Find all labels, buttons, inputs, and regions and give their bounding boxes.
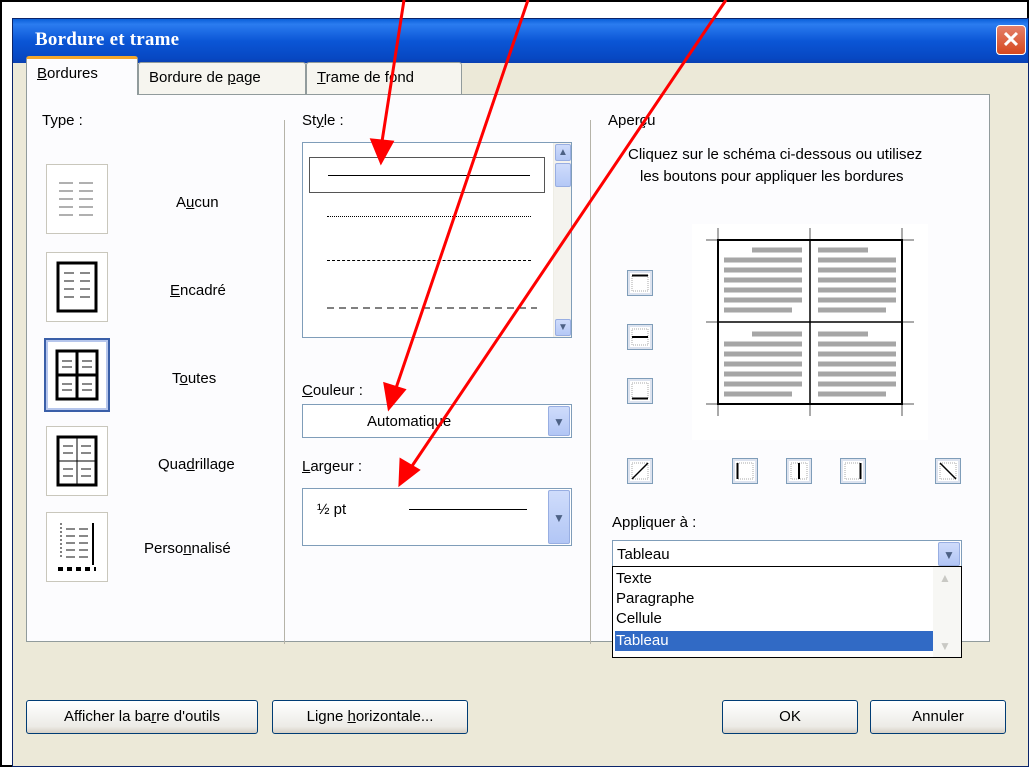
arrow-to-color-head	[383, 381, 407, 412]
annotation-arrows	[369, 0, 728, 488]
tab-borders[interactable]: Bordures	[26, 56, 138, 95]
arrow-to-style-head	[369, 138, 395, 166]
arrow-to-style	[379, 0, 406, 149]
arrow-to-color	[392, 0, 530, 395]
arrow-to-width	[406, 0, 728, 473]
